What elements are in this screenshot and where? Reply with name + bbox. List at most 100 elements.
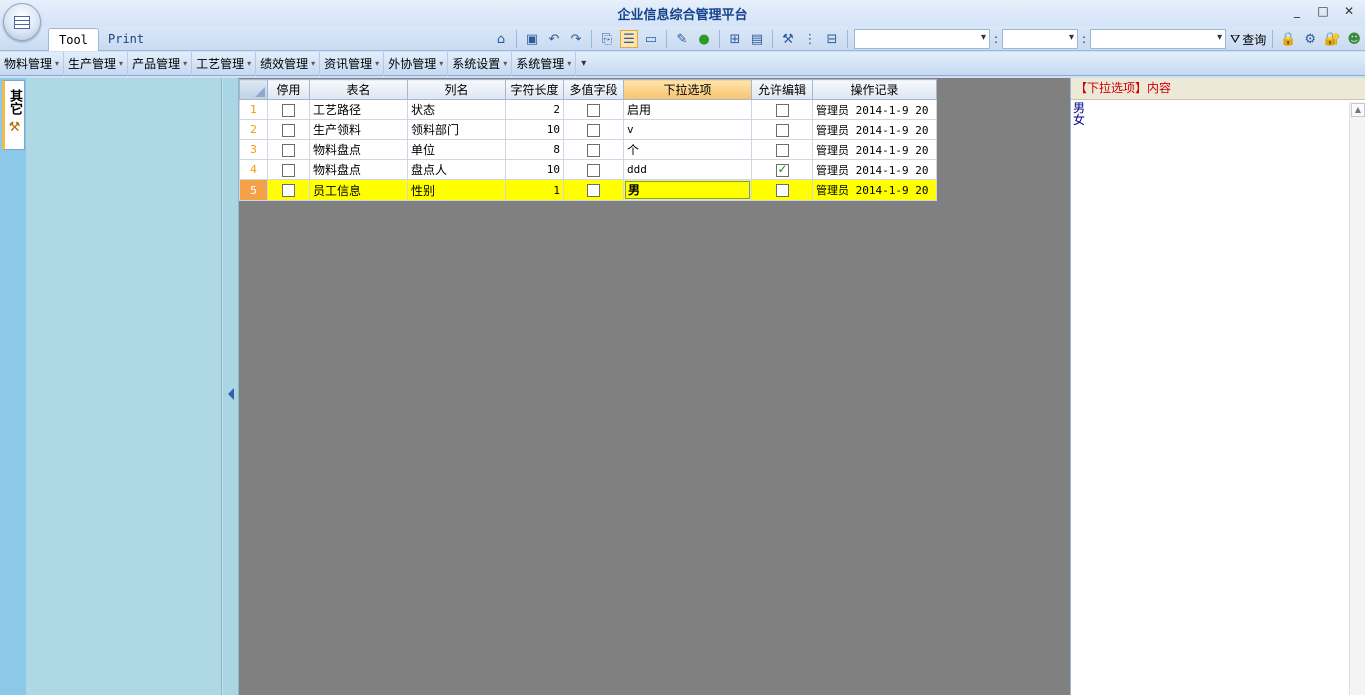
disabled-cell[interactable] <box>267 179 310 201</box>
table-name-cell[interactable]: 生产领料 <box>309 119 408 140</box>
editable-checkbox[interactable] <box>775 123 789 137</box>
menu-product-management[interactable]: 产品管理 ▾ <box>128 51 193 76</box>
editable-checkbox[interactable] <box>775 103 789 117</box>
log-cell[interactable]: 管理员 2014-1-9 20 <box>812 139 937 160</box>
hierarchy-icon[interactable]: ⋮ <box>801 30 819 48</box>
menu-performance-management[interactable]: 绩效管理 ▾ <box>256 51 321 76</box>
confirm-icon[interactable]: ● <box>695 30 713 48</box>
column-name-cell[interactable]: 性别 <box>407 179 506 201</box>
disabled-cell[interactable] <box>267 139 310 160</box>
log-cell[interactable]: 管理员 2014-1-9 20 <box>812 99 937 120</box>
table-row[interactable]: 3 物料盘点 单位 8 个 管理员 2014-1-9 20 <box>239 139 937 160</box>
table-name-cell[interactable]: 员工信息 <box>309 179 408 201</box>
structure-icon[interactable]: ⊟ <box>823 30 841 48</box>
column-header[interactable]: 表名 <box>309 79 408 100</box>
menu-system-settings[interactable]: 系统设置 ▾ <box>448 51 513 76</box>
multi-value-checkbox[interactable] <box>587 184 600 197</box>
table-row[interactable]: 4 物料盘点 盘点人 10 ddd 管理员 2014-1-9 20 <box>239 159 937 180</box>
column-name-cell[interactable]: 单位 <box>407 139 506 160</box>
length-cell[interactable]: 10 <box>505 119 564 140</box>
lock-icon[interactable]: 🔐 <box>1323 30 1341 48</box>
column-header[interactable]: 列名 <box>407 79 506 100</box>
row-number[interactable]: 2 <box>239 119 268 140</box>
editable-cell[interactable] <box>751 119 813 140</box>
maximize-button[interactable]: □ <box>1315 4 1331 18</box>
column-name-cell[interactable]: 状态 <box>407 99 506 120</box>
editable-checkbox[interactable] <box>775 162 789 177</box>
app-menu-button[interactable] <box>3 3 41 41</box>
disabled-checkbox[interactable] <box>282 184 295 197</box>
options-cell-editing[interactable]: 男 <box>623 179 752 201</box>
length-cell[interactable]: 2 <box>505 99 564 120</box>
disabled-checkbox[interactable] <box>282 143 295 157</box>
editable-cell[interactable] <box>751 139 813 160</box>
table-row-current[interactable]: 5 员工信息 性别 1 男 管理员 2014-1-9 20 <box>239 179 937 201</box>
list-icon[interactable]: ▤ <box>748 30 766 48</box>
collapse-left-icon[interactable] <box>228 388 234 400</box>
multi-cell[interactable] <box>563 179 624 201</box>
multi-value-checkbox[interactable] <box>587 123 600 137</box>
log-cell[interactable]: 管理员 2014-1-9 20 <box>812 159 937 180</box>
form-view-icon[interactable]: ▭ <box>642 30 660 48</box>
options-cell[interactable]: 个 <box>623 139 752 160</box>
row-number[interactable]: 4 <box>239 159 268 180</box>
column-name-cell[interactable]: 盘点人 <box>407 159 506 180</box>
tab-tool[interactable]: Tool <box>48 28 99 51</box>
disabled-checkbox[interactable] <box>282 163 295 177</box>
disabled-checkbox[interactable] <box>282 103 295 117</box>
row-number[interactable]: 5 <box>239 179 268 201</box>
options-textarea[interactable]: 男 女 <box>1073 102 1349 126</box>
column-header[interactable]: 允许编辑 <box>751 79 813 100</box>
menu-overflow-button[interactable]: ▾ <box>576 58 591 69</box>
tools-icon[interactable]: ⚒ <box>779 30 797 48</box>
multi-value-checkbox[interactable] <box>587 163 600 177</box>
disabled-cell[interactable] <box>267 159 310 180</box>
menu-process-management[interactable]: 工艺管理 ▾ <box>192 51 257 76</box>
redo-icon[interactable]: ↷ <box>567 30 585 48</box>
menu-info-management[interactable]: 资讯管理 ▾ <box>320 51 385 76</box>
filter-operator-combo[interactable] <box>1002 29 1079 49</box>
panel-splitter[interactable] <box>222 78 239 695</box>
editable-cell[interactable] <box>751 99 813 120</box>
users-icon[interactable]: ☻ <box>1345 30 1363 48</box>
menu-production-management[interactable]: 生产管理 ▾ <box>64 51 129 76</box>
multi-value-checkbox[interactable] <box>587 143 600 157</box>
undo-icon[interactable]: ↶ <box>545 30 563 48</box>
multi-cell[interactable] <box>563 159 624 180</box>
tab-other[interactable]: 其它 ⚒ <box>2 80 25 150</box>
options-cell[interactable]: 启用 <box>623 99 752 120</box>
options-editor-input[interactable]: 男 <box>625 181 750 199</box>
lock-user-icon[interactable]: 🔒 <box>1279 30 1297 48</box>
tree-icon[interactable]: ⊞ <box>726 30 744 48</box>
menu-material-management[interactable]: 物料管理 ▾ <box>0 51 65 76</box>
table-row[interactable]: 1 工艺路径 状态 2 启用 管理员 2014-1-9 20 <box>239 99 937 120</box>
menu-system-management[interactable]: 系统管理 ▾ <box>512 51 577 76</box>
options-cell[interactable]: v <box>623 119 752 140</box>
multi-cell[interactable] <box>563 119 624 140</box>
save-icon[interactable]: ▣ <box>523 30 541 48</box>
tab-print[interactable]: Print <box>98 28 154 51</box>
editable-cell[interactable] <box>751 159 813 180</box>
log-cell[interactable]: 管理员 2014-1-9 20 <box>812 119 937 140</box>
scroll-up-icon[interactable]: ▲ <box>1351 103 1365 117</box>
column-header[interactable]: 字符长度 <box>505 79 564 100</box>
menu-outsourcing-management[interactable]: 外协管理 ▾ <box>384 51 449 76</box>
table-row[interactable]: 2 生产领料 领料部门 10 v 管理员 2014-1-9 20 <box>239 119 937 140</box>
disabled-cell[interactable] <box>267 119 310 140</box>
editable-cell[interactable] <box>751 179 813 201</box>
disabled-checkbox[interactable] <box>282 123 295 137</box>
edit-icon[interactable]: ✎ <box>673 30 691 48</box>
disabled-cell[interactable] <box>267 99 310 120</box>
multi-value-checkbox[interactable] <box>587 103 600 117</box>
column-header[interactable]: 操作记录 <box>812 79 937 100</box>
grid-view-icon[interactable]: ☰ <box>620 30 638 48</box>
column-header-selected[interactable]: 下拉选项 <box>623 79 752 100</box>
select-all-corner[interactable] <box>239 79 268 100</box>
options-cell[interactable]: ddd <box>623 159 752 180</box>
vertical-scrollbar[interactable]: ▲ <box>1349 102 1365 695</box>
home-icon[interactable]: ⌂ <box>492 30 510 48</box>
editable-checkbox[interactable] <box>775 143 789 157</box>
length-cell[interactable]: 10 <box>505 159 564 180</box>
length-cell[interactable]: 8 <box>505 139 564 160</box>
log-cell[interactable]: 管理员 2014-1-9 20 <box>812 179 937 201</box>
